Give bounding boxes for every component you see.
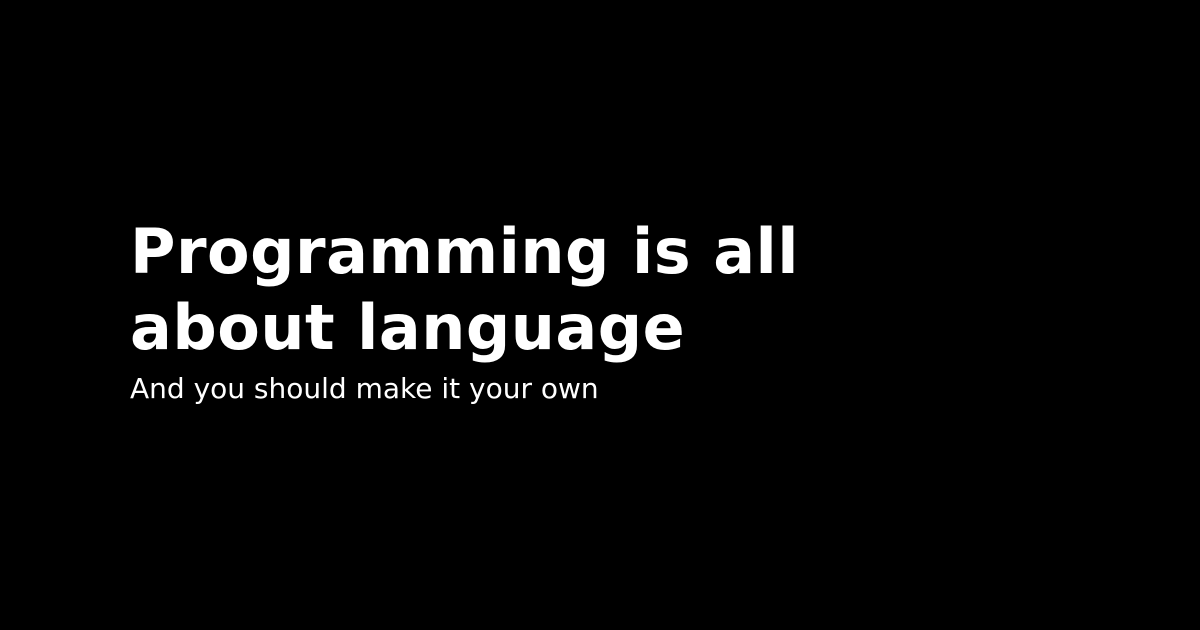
title-line-2: about language <box>130 291 686 364</box>
text-block: Programming is all about language And yo… <box>130 214 890 406</box>
title-line-1: Programming is all <box>130 215 800 288</box>
card-title: Programming is all about language <box>130 214 890 366</box>
social-card: Programming is all about language And yo… <box>0 0 1200 630</box>
card-subtitle: And you should make it your own <box>130 372 599 405</box>
